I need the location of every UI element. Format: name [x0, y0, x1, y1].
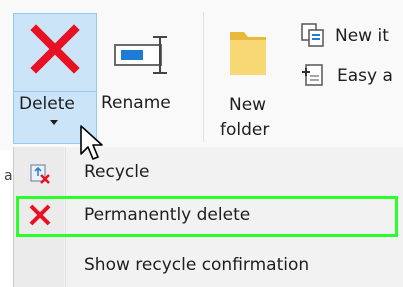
- rename-icon[interactable]: [113, 35, 173, 75]
- highlight-box: [16, 196, 398, 237]
- delete-label: Delete: [19, 94, 75, 114]
- recycle-bin-icon: [30, 164, 50, 184]
- mouse-cursor-icon: [80, 125, 103, 160]
- left-strip-text: a: [4, 168, 13, 184]
- delete-dropdown-menu: Recycle Permanently delete Show recycle …: [13, 147, 403, 287]
- dropdown-arrow-icon[interactable]: [50, 120, 58, 125]
- rename-label[interactable]: Rename: [101, 93, 171, 113]
- group-separator: [203, 12, 204, 142]
- menu-item-label: Recycle: [84, 162, 150, 182]
- easy-access-label[interactable]: Easy a: [337, 66, 393, 86]
- new-item-icon[interactable]: [300, 22, 328, 48]
- menu-item-label: Show recycle confirmation: [84, 255, 310, 275]
- menu-item-recycle[interactable]: Recycle: [14, 151, 403, 193]
- left-strip: a: [0, 150, 13, 287]
- new-folder-label-line2[interactable]: folder: [220, 120, 269, 140]
- new-folder-label-line1[interactable]: New: [229, 95, 266, 115]
- new-item-label[interactable]: New it: [335, 26, 389, 46]
- menu-item-show-recycle-confirmation[interactable]: Show recycle confirmation: [14, 244, 403, 286]
- ribbon: Delete Rename New folder New it Easy a: [0, 0, 403, 151]
- split-divider: [14, 91, 96, 92]
- folder-icon[interactable]: [226, 26, 270, 78]
- delete-x-icon: [30, 24, 80, 74]
- easy-access-icon[interactable]: [300, 62, 328, 88]
